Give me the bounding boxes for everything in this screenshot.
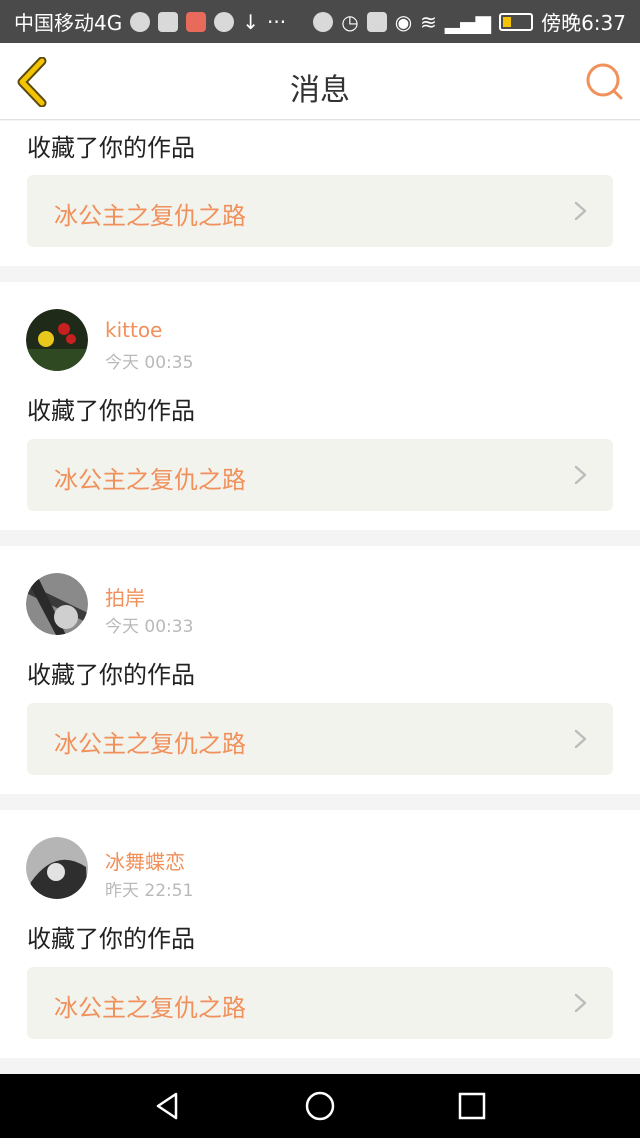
status-bar: 中国移动4G ↓ ··· ◷ ◉ ≋ ▂▄▆ 傍晚6:37 [0, 0, 640, 43]
header: 消息 [0, 43, 640, 120]
chevron-right-icon [574, 993, 587, 1013]
navigation-bar [0, 1074, 640, 1138]
wechat-icon [158, 11, 179, 32]
work-link[interactable]: 冰公主之复仇之路 [27, 967, 613, 1039]
message-card: 冰舞蝶恋 昨天 22:51 收藏了你的作品 冰公主之复仇之路 [0, 810, 640, 1058]
work-link[interactable]: 冰公主之复仇之路 [27, 703, 613, 775]
qq-icon [214, 11, 235, 32]
alarm-icon: ◷ [341, 9, 359, 34]
square-recent-icon[interactable] [452, 1086, 492, 1126]
message-list[interactable]: 收藏了你的作品 冰公主之复仇之路 kittoe 今天 00:35 收藏了你的作品… [0, 121, 640, 1074]
chevron-right-icon [574, 729, 587, 749]
eye-icon: ◉ [394, 9, 413, 34]
wifi-icon: ≋ [420, 9, 437, 34]
qq-browser-icon [130, 11, 151, 32]
work-title: 冰公主之复仇之路 [54, 730, 246, 758]
carrier-label: 中国移动4G [14, 11, 123, 35]
hd-icon [366, 11, 387, 32]
overflow-label: ··· [267, 9, 287, 34]
circle-home-icon[interactable] [300, 1086, 340, 1126]
download-icon: ↓ [242, 9, 259, 34]
timestamp: 今天 00:33 [105, 617, 194, 637]
message-card: 收藏了你的作品 冰公主之复仇之路 [0, 121, 640, 266]
username[interactable]: 拍岸 [105, 582, 145, 611]
data-saver-icon [313, 11, 334, 32]
action-text: 收藏了你的作品 [27, 134, 195, 162]
page-title: 消息 [290, 73, 350, 108]
timestamp: 今天 00:35 [105, 353, 194, 373]
action-text: 收藏了你的作品 [27, 661, 195, 689]
username[interactable]: 冰舞蝶恋 [105, 846, 185, 875]
chevron-right-icon [574, 201, 587, 221]
username[interactable]: kittoe [105, 318, 162, 342]
work-title: 冰公主之复仇之路 [54, 466, 246, 494]
message-card: kittoe 今天 00:35 收藏了你的作品 冰公主之复仇之路 [0, 282, 640, 530]
timestamp: 昨天 22:51 [105, 881, 194, 901]
search-button[interactable] [584, 61, 624, 101]
avatar[interactable] [26, 573, 88, 635]
action-text: 收藏了你的作品 [27, 925, 195, 953]
triangle-back-icon[interactable] [148, 1086, 188, 1126]
signal-icon: ▂▄▆ [444, 9, 492, 34]
work-link[interactable]: 冰公主之复仇之路 [27, 439, 613, 511]
message-card: 拍岸 今天 00:33 收藏了你的作品 冰公主之复仇之路 [0, 546, 640, 794]
action-text: 收藏了你的作品 [27, 397, 195, 425]
chevron-right-icon [574, 465, 587, 485]
clock: 傍晚6:37 [541, 11, 626, 35]
avatar[interactable] [26, 309, 88, 371]
work-title: 冰公主之复仇之路 [54, 202, 246, 230]
work-title: 冰公主之复仇之路 [54, 994, 246, 1022]
work-link[interactable]: 冰公主之复仇之路 [27, 175, 613, 247]
avatar[interactable] [26, 837, 88, 899]
search-icon [586, 63, 623, 100]
battery-icon [499, 12, 534, 31]
app-notification-icon [186, 11, 207, 32]
